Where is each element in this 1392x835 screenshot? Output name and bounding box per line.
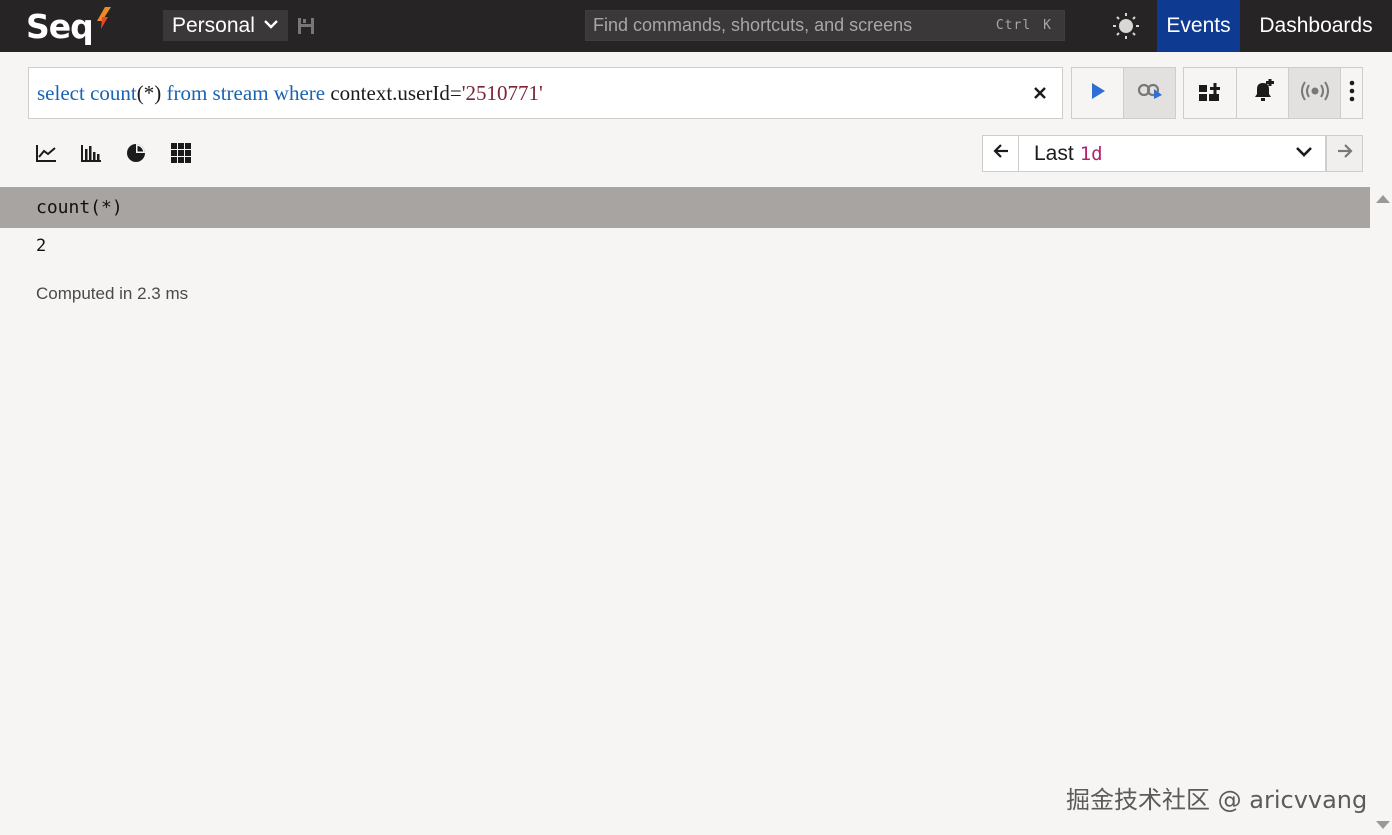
logo[interactable]: Seq — [26, 4, 111, 48]
refresh-icon — [1137, 81, 1163, 106]
save-icon[interactable] — [297, 17, 315, 40]
nav-dashboards[interactable]: Dashboards — [1240, 0, 1392, 52]
workspace-label: Personal — [172, 13, 255, 37]
arrow-right-icon — [1337, 144, 1353, 163]
range-prefix: Last — [1034, 141, 1074, 165]
query-keyword: where — [273, 81, 326, 105]
add-alert-button[interactable] — [1236, 67, 1289, 119]
query-keyword: select — [37, 81, 85, 105]
query-keyword: from — [166, 81, 208, 105]
scrollbar[interactable] — [1372, 187, 1392, 835]
chevron-down-icon — [263, 17, 279, 35]
computed-time: Computed in 2.3 ms — [36, 284, 189, 303]
command-placeholder: Find commands, shortcuts, and screens — [593, 15, 913, 35]
nav-events[interactable]: Events — [1157, 0, 1240, 52]
seq-logo-icon — [96, 6, 111, 34]
command-search-input[interactable]: Find commands, shortcuts, and screens Ct… — [585, 10, 1065, 41]
logo-text: Seq — [26, 6, 94, 46]
broadcast-button[interactable] — [1288, 67, 1341, 119]
query-text-segment: context.userId= — [325, 81, 462, 105]
more-vertical-icon — [1349, 80, 1355, 107]
sun-icon[interactable] — [1112, 12, 1140, 45]
range-previous-button[interactable] — [982, 135, 1019, 172]
line-chart-icon[interactable] — [34, 141, 58, 165]
add-grid-icon — [1198, 80, 1222, 107]
query-string: '2510771' — [461, 81, 543, 105]
scroll-up-icon[interactable] — [1376, 195, 1390, 203]
run-query-button[interactable] — [1071, 67, 1124, 119]
range-value: 1d — [1079, 142, 1103, 165]
query-keyword: stream — [212, 81, 269, 105]
bell-add-icon — [1251, 78, 1275, 108]
add-signal-button[interactable] — [1183, 67, 1237, 119]
top-bar: Seq Personal Find commands, shortcuts, a… — [0, 0, 1392, 52]
scroll-down-icon[interactable] — [1376, 821, 1390, 829]
chevron-down-icon — [1295, 145, 1313, 164]
column-header: count(*) — [36, 197, 123, 218]
refresh-button[interactable] — [1123, 67, 1176, 119]
query-keyword: count — [90, 81, 137, 105]
shortcut-ctrl: Ctrl — [995, 18, 1032, 33]
more-button[interactable] — [1340, 67, 1363, 119]
close-icon[interactable] — [1028, 81, 1052, 105]
pie-chart-icon[interactable] — [124, 141, 148, 165]
watermark: 掘金技术社区 @ aricvvang — [1066, 786, 1368, 814]
result-cell: 2 — [36, 236, 47, 256]
query-text-segment: (*) — [136, 81, 167, 105]
broadcast-icon — [1300, 80, 1330, 107]
arrow-left-icon — [992, 144, 1009, 163]
range-next-button[interactable] — [1326, 135, 1363, 172]
shortcut-k: K — [1043, 18, 1052, 33]
time-range-select[interactable]: Last 1d — [1018, 135, 1326, 172]
grid-icon[interactable] — [169, 141, 193, 165]
query-text[interactable]: select count(*) from stream where contex… — [37, 81, 543, 106]
query-input[interactable]: select count(*) from stream where contex… — [28, 67, 1063, 119]
bar-chart-icon[interactable] — [79, 141, 103, 165]
play-icon — [1090, 82, 1106, 105]
result-header-row: count(*) — [0, 187, 1370, 228]
workspace-selector[interactable]: Personal — [163, 10, 288, 41]
